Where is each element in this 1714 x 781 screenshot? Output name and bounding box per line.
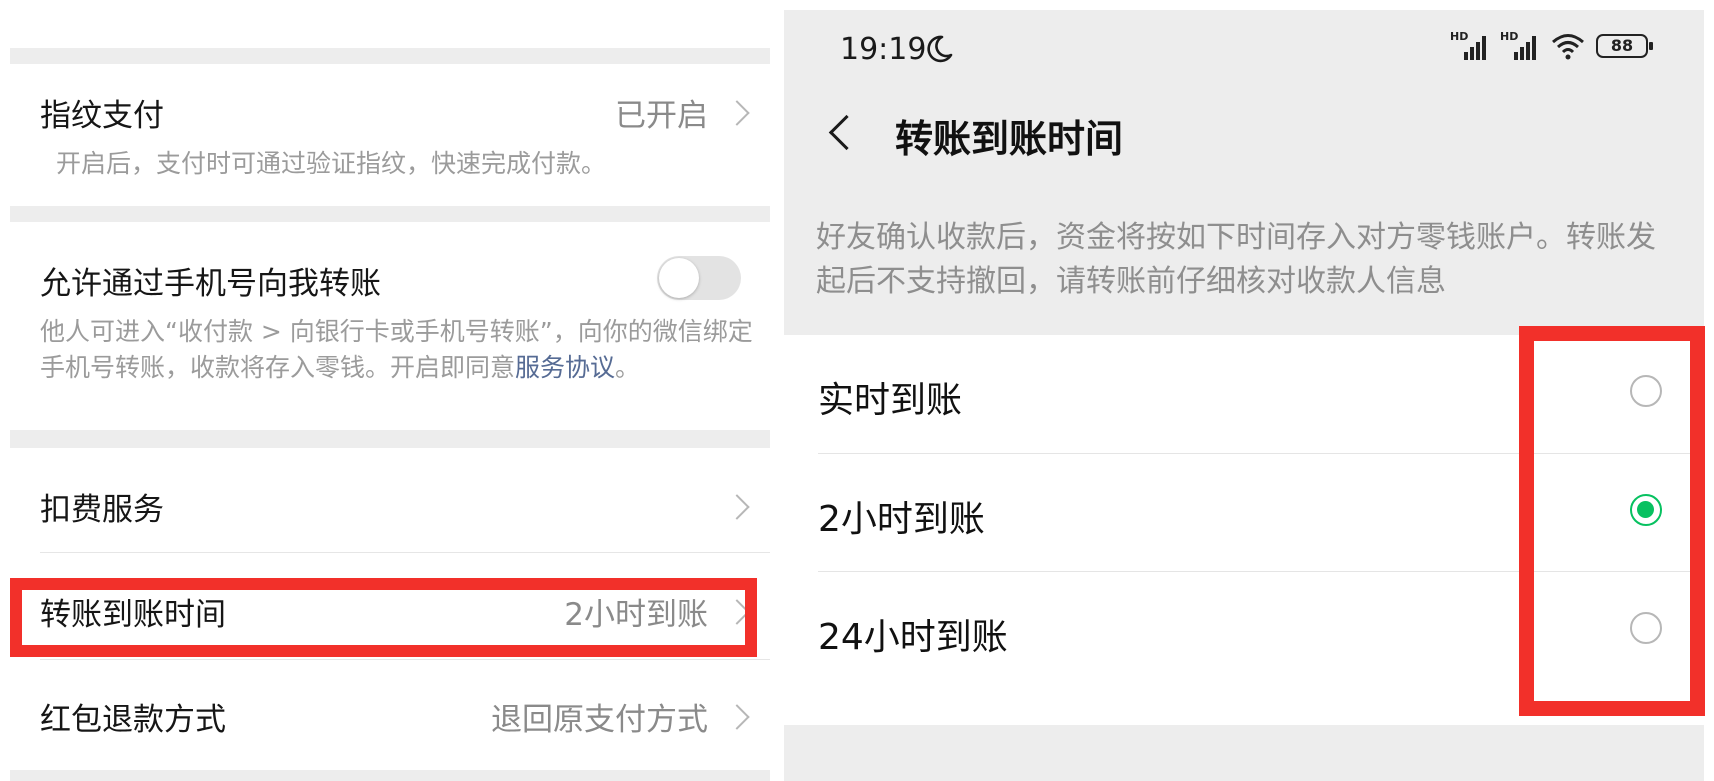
- section-gap: [10, 48, 770, 64]
- option-label: 24小时到账: [818, 617, 1008, 658]
- highlight-box-transfer-time: [10, 578, 757, 657]
- fingerprint-pay-title: 指纹支付: [40, 98, 164, 134]
- fingerprint-pay-description: 开启后，支付时可通过验证指纹，快速完成付款。: [56, 149, 607, 178]
- section-gap: [10, 430, 770, 448]
- moon-icon: [927, 35, 953, 63]
- battery-icon: 88: [1596, 34, 1653, 58]
- status-time: 19:19: [840, 32, 927, 67]
- option-label: 2小时到账: [818, 499, 985, 540]
- red-packet-refund-row[interactable]: 红包退款方式 退回原支付方式: [10, 660, 770, 770]
- red-packet-refund-title: 红包退款方式: [40, 702, 226, 738]
- signal-hd-icon: HD: [1500, 30, 1540, 62]
- red-packet-refund-value: 退回原支付方式: [491, 702, 708, 738]
- fingerprint-pay-status: 已开启: [615, 98, 708, 134]
- section-gap: [10, 770, 770, 781]
- highlight-box-radio-buttons: [1519, 326, 1705, 716]
- left-settings-panel: 指纹支付 已开启 开启后，支付时可通过验证指纹，快速完成付款。 允许通过手机号向…: [10, 0, 770, 781]
- hd-label: HD: [1450, 30, 1469, 43]
- fingerprint-pay-row[interactable]: 指纹支付 已开启 开启后，支付时可通过验证指纹，快速完成付款。: [10, 64, 770, 206]
- option-label: 实时到账: [818, 380, 963, 421]
- signal-hd-icon: HD: [1450, 30, 1490, 62]
- status-icons: HD HD 88: [1450, 30, 1653, 62]
- hd-label: HD: [1500, 30, 1519, 43]
- toggle-knob: [659, 258, 699, 298]
- phone-transfer-row: 允许通过手机号向我转账 他人可进入“收付款 > 向银行卡或手机号转账”，向你的微…: [10, 222, 770, 430]
- chevron-right-icon: [724, 494, 750, 520]
- section-gap: [10, 206, 770, 222]
- page-title: 转账到账时间: [895, 117, 1124, 161]
- transfer-time-hint: 好友确认收款后，资金将按如下时间存入对方零钱账户。转账发起后不支持撤回，请转账前…: [816, 220, 1656, 299]
- phone-transfer-toggle[interactable]: [657, 256, 741, 300]
- service-agreement-link[interactable]: 服务协议: [515, 353, 615, 382]
- wifi-icon: [1552, 34, 1584, 60]
- phone-transfer-description-text: 他人可进入“收付款 > 向银行卡或手机号转账”，向你的微信绑定手机号转账，收款将…: [40, 317, 753, 382]
- deduction-service-row[interactable]: 扣费服务: [10, 448, 770, 552]
- phone-transfer-description-end: 。: [615, 353, 641, 382]
- phone-transfer-title: 允许通过手机号向我转账: [40, 266, 381, 302]
- phone-transfer-description: 他人可进入“收付款 > 向银行卡或手机号转账”，向你的微信绑定手机号转账，收款将…: [40, 314, 760, 386]
- back-arrow-icon[interactable]: [828, 114, 865, 151]
- chevron-right-icon: [724, 100, 750, 126]
- deduction-service-title: 扣费服务: [40, 492, 164, 528]
- chevron-right-icon: [724, 704, 750, 730]
